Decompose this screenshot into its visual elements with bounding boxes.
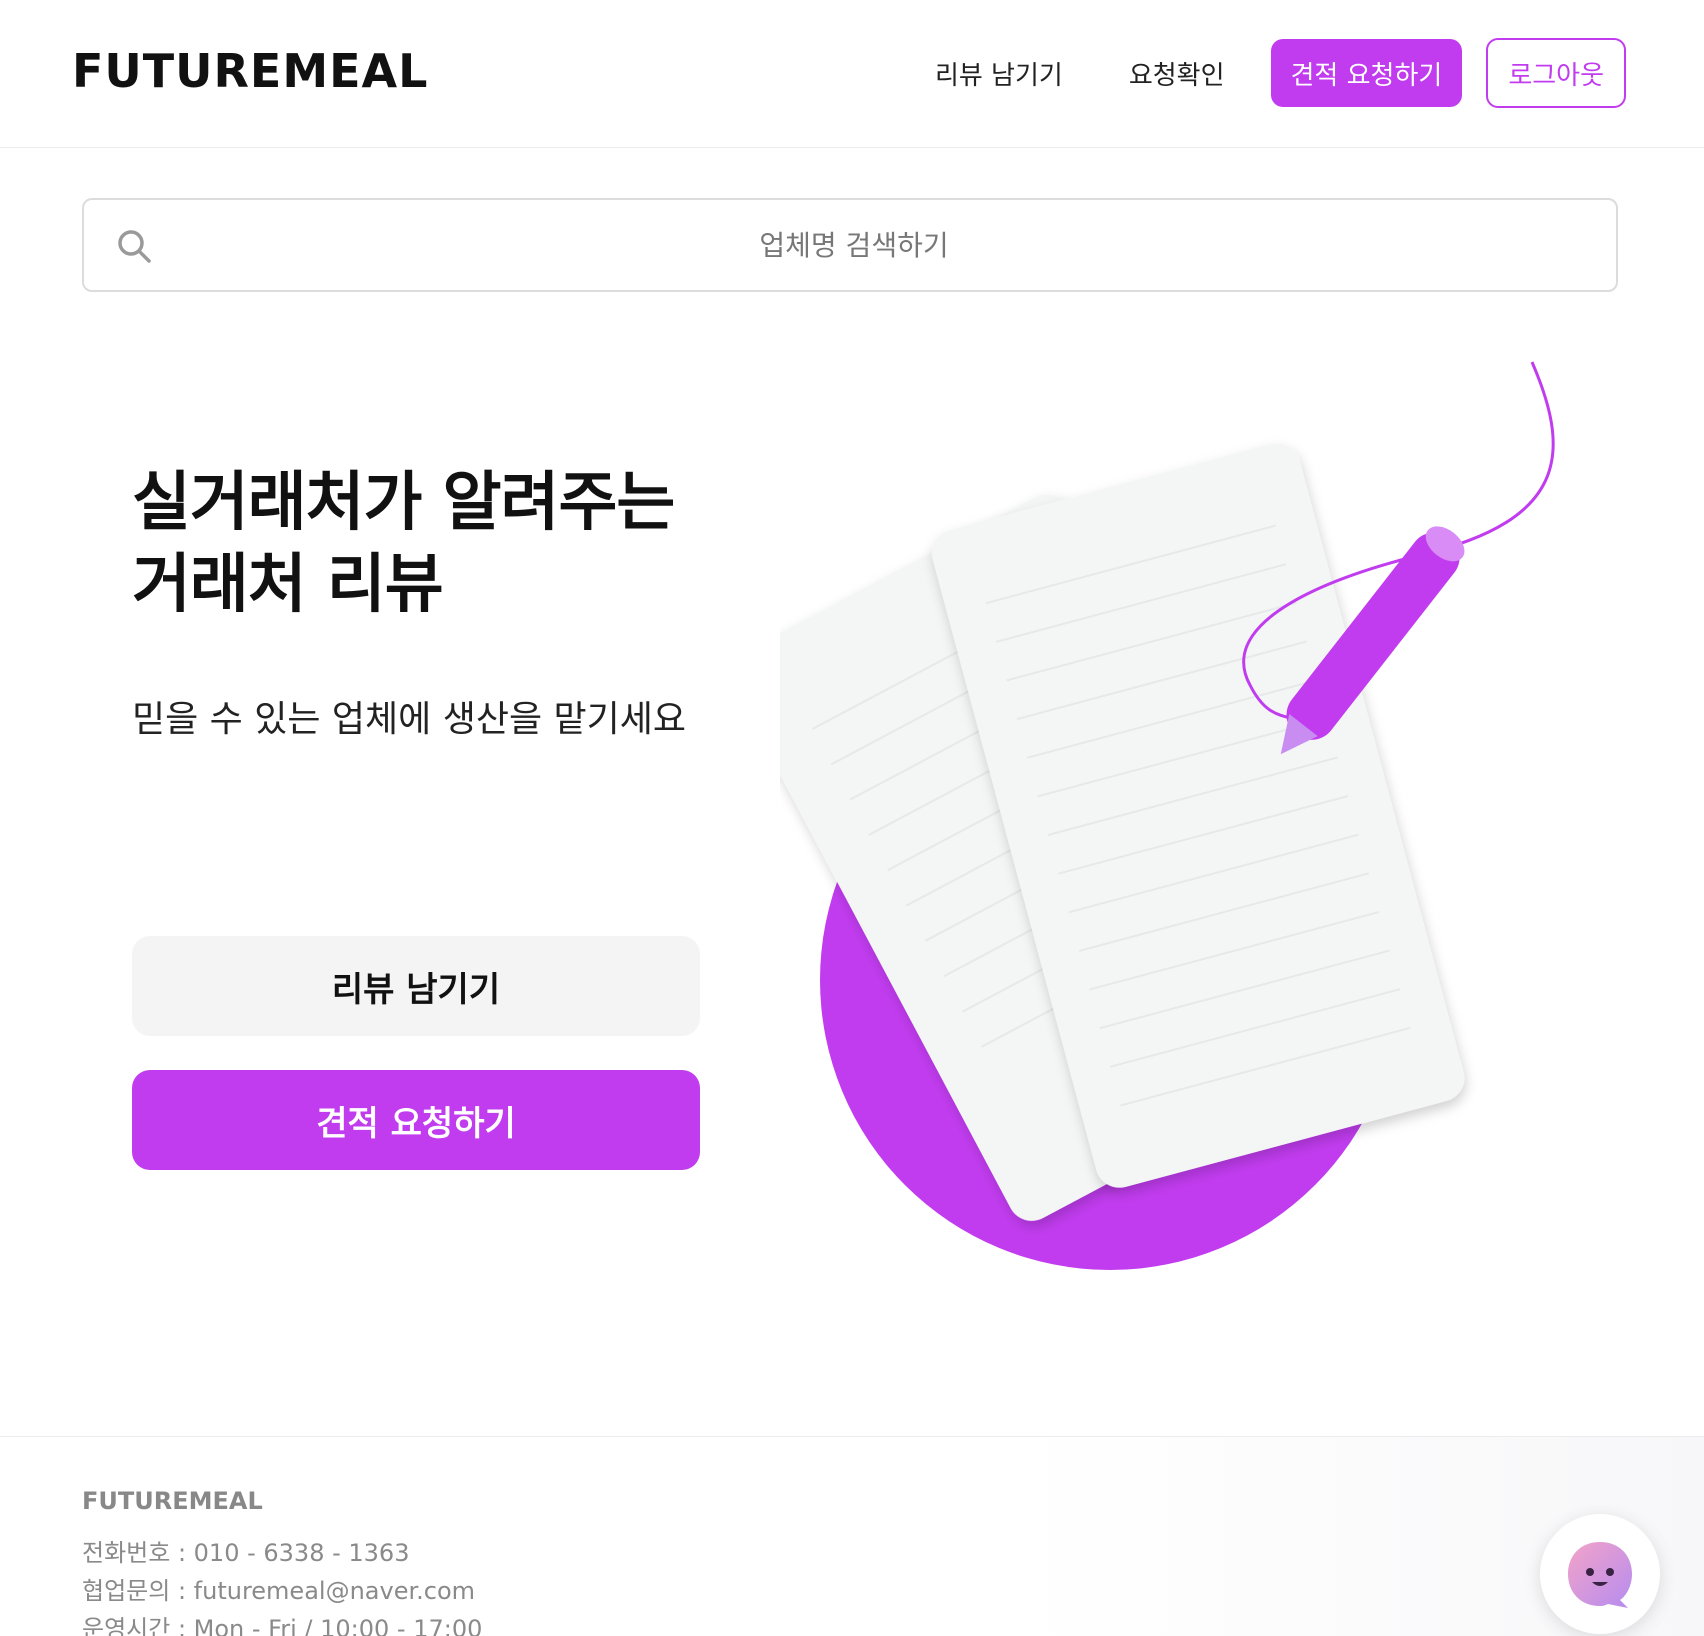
- hero-title-line-1: 실거래처가 알려주는: [132, 466, 675, 540]
- footer-hours: 운영시간 : Mon - Fri / 10:00 - 17:00: [82, 1615, 483, 1636]
- top-nav: 리뷰 남기기 요청확인 견적 요청하기 로그아웃: [935, 38, 1626, 108]
- search-input[interactable]: [174, 200, 1534, 290]
- quote-request-button[interactable]: 견적 요청하기: [132, 1070, 700, 1170]
- top-header: FUTUREMEAL 리뷰 남기기 요청확인 견적 요청하기 로그아웃: [0, 0, 1704, 148]
- nav-review-link[interactable]: 리뷰 남기기: [935, 55, 1063, 92]
- hero-title: 실거래처가 알려주는 거래처 리뷰: [132, 462, 772, 626]
- nav-status-link[interactable]: 요청확인: [1129, 55, 1225, 92]
- search-icon: [118, 230, 151, 263]
- footer: FUTUREMEAL 전화번호 : 010 - 6338 - 1363 협업문의…: [0, 1436, 1704, 1636]
- nav-quote-button[interactable]: 견적 요청하기: [1270, 39, 1463, 107]
- chat-widget-button[interactable]: [1540, 1514, 1660, 1634]
- review-button[interactable]: 리뷰 남기기: [132, 936, 700, 1036]
- hero-subtitle: 믿을 수 있는 업체에 생산을 맡기세요: [132, 699, 687, 740]
- hero-title-line-2: 거래처 리뷰: [132, 548, 444, 622]
- chat-mascot-icon: [1568, 1542, 1632, 1608]
- logo[interactable]: FUTUREMEAL: [72, 40, 428, 102]
- review-illustration: [780, 361, 1555, 1270]
- footer-phone: 전화번호 : 010 - 6338 - 1363: [82, 1539, 410, 1567]
- footer-email: 협업문의 : futuremeal@naver.com: [82, 1577, 476, 1605]
- logout-button[interactable]: 로그아웃: [1486, 38, 1626, 108]
- footer-brand: FUTUREMEAL: [82, 1487, 263, 1515]
- search-bar: [82, 198, 1618, 292]
- logo-text: FUTUREMEAL: [72, 44, 429, 98]
